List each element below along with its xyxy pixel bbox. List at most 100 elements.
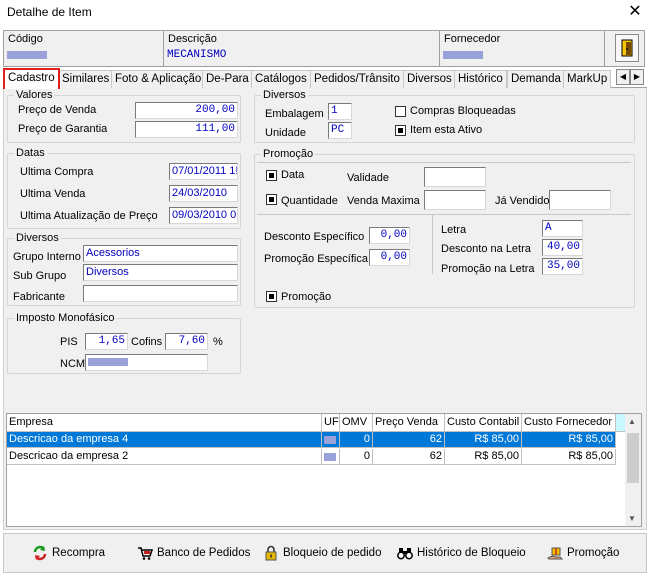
pis-label: PIS xyxy=(60,336,78,348)
fornecedor-value xyxy=(443,48,483,62)
codigo-value xyxy=(7,48,47,62)
promo-quantidade-checkbox[interactable] xyxy=(266,194,277,205)
ja-vendido-input[interactable] xyxy=(549,190,611,210)
promo-vertical-separator xyxy=(432,214,433,274)
cofins-input[interactable]: 7,60 xyxy=(165,333,208,350)
cell-fornecedor: R$ 85,00 xyxy=(522,432,616,448)
codigo-cell: Código xyxy=(4,31,164,66)
ja-vendido-label: Já Vendido xyxy=(495,195,550,207)
fabricante-input[interactable] xyxy=(83,285,238,302)
promocao-title: Promoção xyxy=(261,148,316,160)
validade-input[interactable] xyxy=(424,167,486,187)
grupo-interno-input[interactable]: Acessorios xyxy=(83,245,238,262)
refresh-icon xyxy=(33,545,47,561)
preco-garantia-input[interactable]: 111,00 xyxy=(135,121,238,138)
cell-omv: 0 xyxy=(340,449,373,465)
diversos-left-title: Diversos xyxy=(14,232,61,244)
scroll-up-icon[interactable]: ▲ xyxy=(628,417,636,426)
recompra-button[interactable]: Recompra xyxy=(32,544,105,562)
col-header-empresa[interactable]: Empresa xyxy=(7,414,322,432)
unidade-input[interactable]: PC xyxy=(328,122,352,139)
table-scrollbar[interactable]: ▲ ▼ xyxy=(625,414,641,526)
cell-preco: 62 xyxy=(373,449,445,465)
desconto-especifico-label: Desconto Específico xyxy=(264,231,365,243)
venda-maxima-input[interactable] xyxy=(424,190,486,210)
descricao-label: Descrição xyxy=(168,33,217,45)
banco-pedidos-label: Banco de Pedidos xyxy=(157,547,251,559)
col-header-uf[interactable]: UF xyxy=(322,414,340,432)
tab-scroll-left-icon[interactable]: ◀ xyxy=(616,69,630,85)
letra-label: Letra xyxy=(441,224,467,236)
promo-data-label: Data xyxy=(281,169,305,181)
pis-input[interactable]: 1,65 xyxy=(85,333,128,350)
ultima-atualizacao-input[interactable]: 09/03/2010 0 xyxy=(169,207,238,224)
bloqueio-pedido-button[interactable]: Bloqueio de pedido xyxy=(263,544,381,562)
valores-group: Valores Preço de Venda 200,00 Preço de G… xyxy=(7,89,241,143)
promo-data-checkbox[interactable] xyxy=(266,170,277,181)
historico-bloqueio-label: Histórico de Bloqueio xyxy=(417,547,526,559)
promocao-button[interactable]: Promoção xyxy=(547,544,619,562)
item-ativo-checkbox[interactable] xyxy=(395,125,406,136)
promo-quantidade-label: Quantidade xyxy=(281,195,338,207)
embalagem-label: Embalagem xyxy=(265,108,324,120)
grid-corner xyxy=(616,414,625,432)
descricao-cell: Descrição MECANISMO xyxy=(164,31,440,66)
unidade-label: Unidade xyxy=(265,127,306,139)
empresas-table[interactable]: Empresa UF OMV Preço Venda Custo Contabi… xyxy=(6,413,642,527)
promo-mid-separator xyxy=(257,214,631,215)
banco-pedidos-button[interactable]: Banco de Pedidos xyxy=(137,544,250,562)
compras-bloqueadas-checkbox[interactable] xyxy=(395,106,406,117)
col-header-omv[interactable]: OMV xyxy=(340,414,373,432)
codigo-label: Código xyxy=(8,33,43,45)
desconto-especifico-input[interactable]: 0,00 xyxy=(369,227,410,244)
tab-markup[interactable]: MarkUp xyxy=(563,70,612,88)
exit-button[interactable] xyxy=(615,34,639,62)
tab-historico[interactable]: Histórico xyxy=(454,70,507,88)
promocao-letra-label: Promoção na Letra xyxy=(441,263,535,275)
imposto-group: Imposto Monofásico PIS 1,65 Cofins 7,60 … xyxy=(7,312,241,374)
scroll-down-icon[interactable]: ▼ xyxy=(628,514,636,523)
promocao-checkbox[interactable] xyxy=(266,291,277,302)
tab-similares[interactable]: Similares xyxy=(58,70,114,88)
sub-grupo-input[interactable]: Diversos xyxy=(83,264,238,281)
historico-bloqueio-button[interactable]: Histórico de Bloqueio xyxy=(397,544,526,562)
letra-input[interactable]: A xyxy=(542,220,583,237)
tab-demanda[interactable]: Demanda xyxy=(507,70,565,88)
cofins-label: Cofins xyxy=(131,336,163,348)
diversos-right-group: Diversos Embalagem 1 Unidade PC Compras … xyxy=(254,89,635,143)
tab-cadastro[interactable]: Cadastro xyxy=(3,68,60,89)
lock-icon xyxy=(265,545,277,561)
ultima-compra-input[interactable]: 07/01/2011 1! xyxy=(169,163,238,180)
tab-diversos[interactable]: Diversos xyxy=(403,70,456,88)
preco-garantia-label: Preço de Garantia xyxy=(18,123,108,135)
datas-group: Datas Ultima Compra 07/01/2011 1! Ultima… xyxy=(7,147,241,229)
cell-empresa: Descricao da empresa 4 xyxy=(7,432,322,448)
cell-contabil: R$ 85,00 xyxy=(445,432,522,448)
cell-uf xyxy=(322,432,340,448)
ultima-compra-label: Ultima Compra xyxy=(20,166,94,178)
desconto-letra-input[interactable]: 40,00 xyxy=(542,239,583,256)
close-icon[interactable]: ✕ xyxy=(626,2,644,22)
tab-catalogos[interactable]: Catálogos xyxy=(251,70,311,88)
ncm-input[interactable] xyxy=(85,354,208,371)
cell-empresa: Descricao da empresa 2 xyxy=(7,449,322,465)
promocao-especifica-input[interactable]: 0,00 xyxy=(369,249,410,266)
tab-pedidos-transito[interactable]: Pedidos/Trânsito xyxy=(310,70,404,88)
col-header-preco-venda[interactable]: Preço Venda xyxy=(373,414,445,432)
diversos-left-group: Diversos Grupo Interno Acessorios Sub Gr… xyxy=(7,232,241,306)
promocao-checkbox-label: Promoção xyxy=(281,291,332,303)
tab-scroll-right-icon[interactable]: ▶ xyxy=(630,69,644,85)
preco-venda-label: Preço de Venda xyxy=(18,104,97,116)
col-header-custo-contabil[interactable]: Custo Contabil xyxy=(445,414,522,432)
ultima-atualizacao-label: Ultima Atualização de Preço xyxy=(20,210,158,222)
scroll-thumb[interactable] xyxy=(627,433,639,483)
preco-venda-input[interactable]: 200,00 xyxy=(135,102,238,119)
grupo-interno-label: Grupo Interno xyxy=(13,251,81,263)
descricao-value: MECANISMO xyxy=(167,49,227,61)
embalagem-input[interactable]: 1 xyxy=(328,103,352,120)
tab-de-para[interactable]: De-Para xyxy=(202,70,253,88)
tab-foto-aplicacao[interactable]: Foto & Aplicação xyxy=(111,70,206,88)
ultima-venda-input[interactable]: 24/03/2010 xyxy=(169,185,238,202)
promocao-letra-input[interactable]: 35,00 xyxy=(542,258,583,275)
col-header-custo-fornecedor[interactable]: Custo Fornecedor xyxy=(522,414,616,432)
